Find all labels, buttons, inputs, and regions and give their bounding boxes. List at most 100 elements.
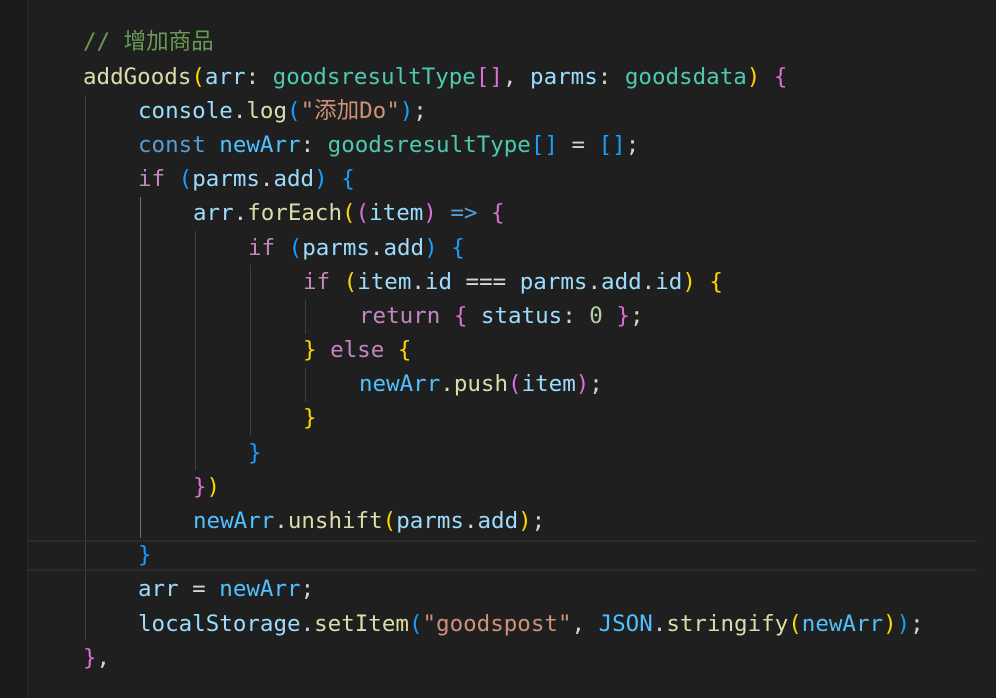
array-brackets: [] [530, 132, 558, 158]
code-line-8[interactable]: if (item.id === parms.add.id) { [303, 265, 723, 299]
paren-close: ) [682, 269, 696, 295]
arr-ref: arr [138, 576, 179, 602]
indent-guide-active [140, 197, 141, 538]
code-line-16[interactable]: } [138, 538, 152, 572]
colon: : [597, 64, 625, 90]
number-literal: 0 [589, 303, 603, 329]
empty-array: [] [598, 132, 626, 158]
indent-guide [195, 231, 196, 470]
unshift-function: unshift [287, 508, 383, 534]
code-line-10[interactable]: } else { [303, 333, 411, 367]
string-literal: "goodspost" [422, 611, 572, 637]
add-prop: add [477, 508, 519, 534]
setitem-function: setItem [314, 611, 409, 637]
newarr-ref: newArr [801, 611, 884, 637]
code-line-4[interactable]: const newArr: goodsresultType[] = []; [138, 128, 639, 162]
paren-open: ( [382, 508, 397, 534]
add-prop: add [601, 269, 642, 295]
semicolon: ; [910, 611, 924, 637]
semicolon: ; [589, 371, 603, 397]
parms-ref: parms [396, 508, 464, 534]
editor-gutter [0, 0, 28, 698]
foreach-function: forEach [247, 200, 343, 226]
parms-ref: parms [192, 166, 260, 192]
comma: , [96, 645, 111, 671]
paren-open: ( [408, 611, 423, 637]
code-line-14[interactable]: }) [193, 470, 220, 504]
add-prop: add [383, 235, 425, 261]
push-function: push [453, 371, 509, 397]
brace-close: } [248, 440, 262, 466]
semicolon: ; [625, 132, 640, 158]
brace-open: { [341, 166, 355, 192]
code-line-18[interactable]: localStorage.setItem("goodspost", JSON.s… [138, 607, 924, 641]
code-line-11[interactable]: newArr.push(item); [359, 367, 603, 401]
type-goodsresulttype: goodsresultType [327, 132, 531, 158]
paren-close: ) [518, 508, 532, 534]
newarr-ref: newArr [193, 508, 275, 534]
indent-guide [250, 265, 251, 436]
code-line-7[interactable]: if (parms.add) { [248, 231, 465, 265]
dot: . [652, 611, 667, 637]
code-line-12[interactable]: } [303, 401, 317, 435]
code-line-9[interactable]: return { status: 0 }; [359, 299, 643, 333]
code-line-2[interactable]: addGoods(arr: goodsresultType[], parms: … [83, 60, 787, 94]
paren-close: ) [423, 200, 437, 226]
code-line-17[interactable]: arr = newArr; [138, 572, 314, 606]
array-brackets: [] [475, 64, 503, 90]
brace-open: { [453, 303, 468, 329]
brace-close: } [83, 645, 97, 671]
strict-equals: === [452, 269, 520, 295]
code-line-3[interactable]: console.log("添加Do"); [138, 94, 427, 128]
code-line-19[interactable]: }, [83, 641, 110, 675]
log-function: log [246, 98, 288, 124]
brace-open: { [397, 337, 412, 363]
parms-ref: parms [302, 235, 370, 261]
code-line-15[interactable]: newArr.unshift(parms.add); [193, 504, 545, 538]
paren-open: ( [287, 98, 301, 124]
localstorage-object: localStorage [138, 611, 301, 637]
dot: . [440, 371, 454, 397]
id-prop: id [424, 269, 453, 295]
string-literal: "添加Do" [300, 98, 400, 124]
status-key: status [467, 303, 563, 329]
code-line-5[interactable]: if (parms.add) { [138, 162, 355, 196]
type-goodsresulttype: goodsresultType [272, 64, 476, 90]
code-line-13[interactable]: } [248, 436, 262, 470]
method-name: addGoods [83, 64, 192, 90]
colon: : [245, 64, 273, 90]
item-param: item [369, 200, 424, 226]
dot: . [587, 269, 602, 295]
type-goodsdata: goodsdata [624, 64, 747, 90]
equals: = [178, 576, 220, 602]
dot: . [641, 269, 656, 295]
code-editor[interactable]: // 增加商品 addGoods(arr: goodsresultType[],… [0, 0, 996, 698]
semicolon: ; [629, 303, 644, 329]
id-prop: id [655, 269, 683, 295]
paren-open: ( [178, 166, 193, 192]
dot: . [232, 98, 247, 124]
dot: . [369, 235, 384, 261]
brace-close: } [303, 405, 317, 431]
paren-close: ) [575, 371, 590, 397]
param-parms: parms [530, 64, 598, 90]
comma: , [502, 64, 531, 90]
if-keyword: if [248, 235, 276, 261]
equals: = [557, 132, 599, 158]
indent-guide [305, 368, 306, 402]
newarr-ref: newArr [219, 576, 301, 602]
paren-close: ) [314, 166, 328, 192]
code-line-1[interactable]: // 增加商品 [83, 25, 214, 59]
item-ref: item [521, 371, 576, 397]
paren-close: ) [896, 611, 911, 637]
semicolon: ; [531, 508, 546, 534]
code-line-6[interactable]: arr.forEach((item) => { [193, 196, 505, 230]
const-keyword: const [138, 132, 206, 158]
